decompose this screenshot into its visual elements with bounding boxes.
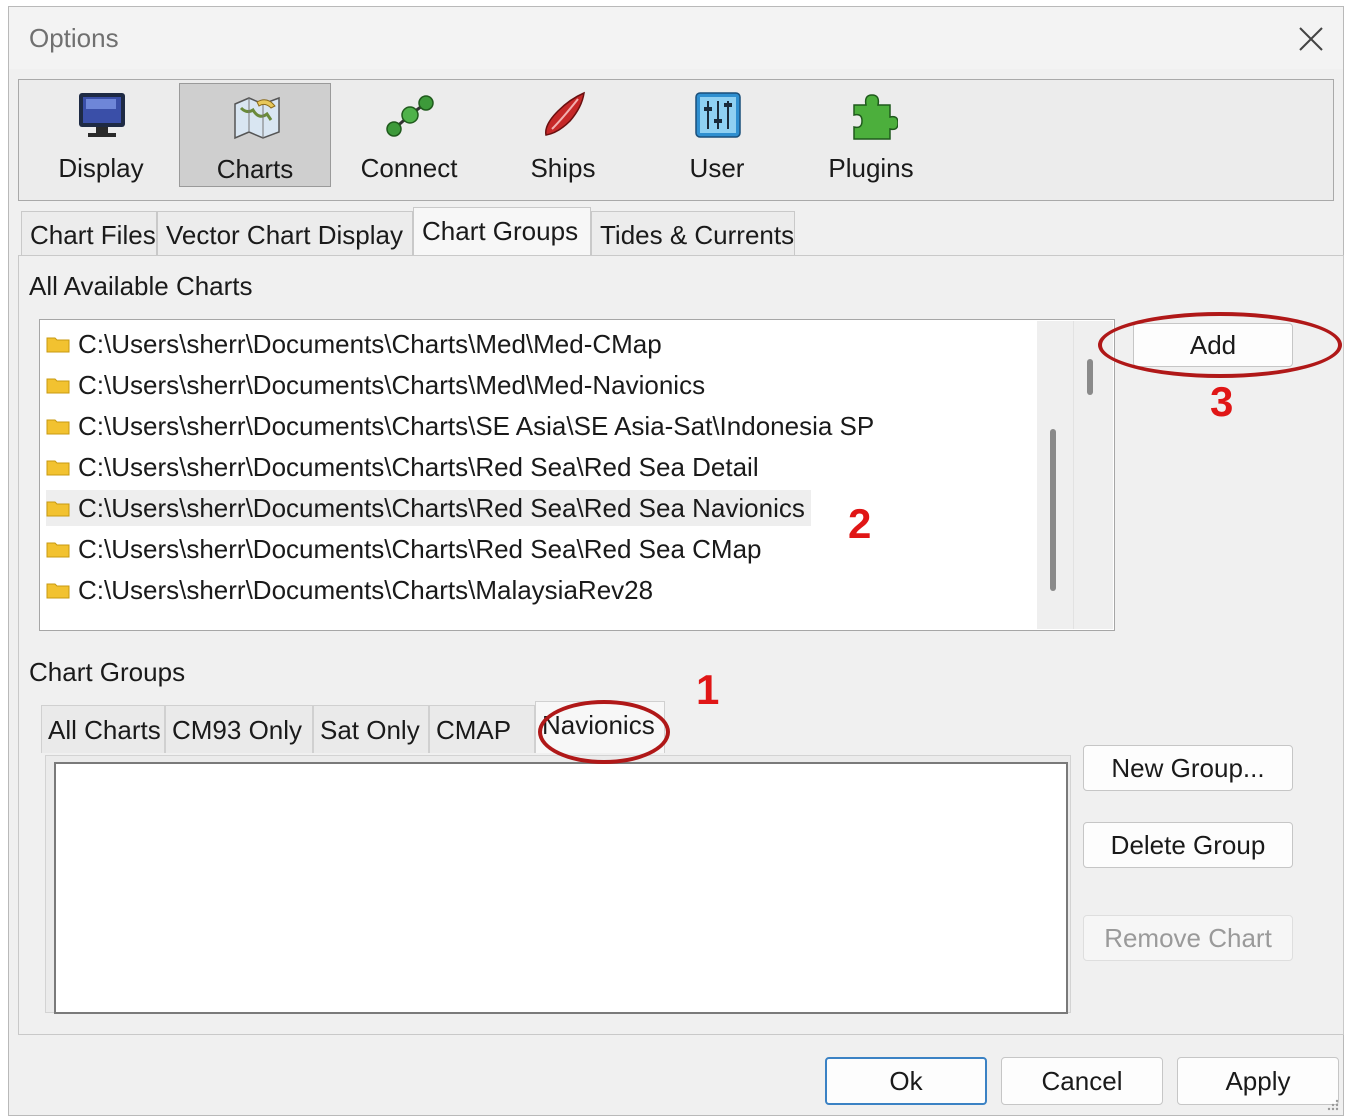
toolbar-label: User [689,153,745,183]
chart-path: C:\Users\sherr\Documents\Charts\Malaysia… [78,575,654,605]
scrollbar-thumb[interactable] [1050,429,1056,591]
toolbar-user[interactable]: User [641,83,793,187]
available-charts-list[interactable]: C:\Users\sherr\Documents\Charts\Med\Med-… [39,319,1115,631]
scrollbar-thumb-secondary[interactable] [1087,359,1093,395]
folder-icon [46,419,70,435]
folder-icon [46,501,70,517]
toolbar-charts[interactable]: Charts [179,83,331,187]
folder-icon [46,542,70,558]
category-toolbar: Display Charts Connect Ships User Plugin… [18,79,1334,201]
chart-groups-label: Chart Groups [29,657,186,687]
chart-path: C:\Users\sherr\Documents\Charts\Red Sea\… [78,493,805,523]
group-charts-frame [45,755,1071,1014]
tab-chart-groups[interactable]: Chart Groups [413,207,591,257]
remove-chart-button[interactable]: Remove Chart [1083,915,1293,961]
dialog-title: Options [29,23,119,53]
ok-button[interactable]: Ok [825,1057,987,1105]
toolbar-label: Display [58,153,144,183]
list-item[interactable]: C:\Users\sherr\Documents\Charts\Malaysia… [46,572,659,608]
folder-icon [46,378,70,394]
tab-all-charts[interactable]: All Charts [41,705,165,753]
group-charts-list[interactable] [54,762,1068,1014]
list-item[interactable]: C:\Users\sherr\Documents\Charts\Red Sea\… [46,531,768,567]
toolbar-label: Ships [530,153,596,183]
toolbar-connect[interactable]: Connect [333,83,485,187]
toolbar-ships[interactable]: Ships [487,83,639,187]
annotation-number-2: 2 [848,500,872,547]
tab-cm93-only[interactable]: CM93 Only [165,705,313,753]
close-icon [1299,27,1323,51]
monitor-icon [79,93,125,137]
title-bar: Options [9,7,1343,69]
chart-path: C:\Users\sherr\Documents\Charts\Red Sea\… [78,534,762,564]
folder-icon [46,337,70,353]
options-dialog: Options Display Charts Connect Ships Use… [8,6,1344,1116]
annotation-number-1: 1 [696,666,720,713]
chart-map-icon [234,96,280,140]
cancel-button[interactable]: Cancel [1001,1057,1163,1105]
apply-button[interactable]: Apply [1177,1057,1339,1105]
network-nodes-icon [386,95,434,137]
list-item[interactable]: C:\Users\sherr\Documents\Charts\Red Sea\… [46,449,765,485]
list-scrollbar[interactable] [1037,321,1113,629]
tab-sat-only[interactable]: Sat Only [313,705,429,753]
toolbar-label: Plugins [828,153,914,183]
folder-icon [46,460,70,476]
new-group-button[interactable]: New Group... [1083,745,1293,791]
chart-path: C:\Users\sherr\Documents\Charts\Red Sea\… [78,452,759,482]
toolbar-plugins[interactable]: Plugins [795,83,947,187]
list-item-selected[interactable]: C:\Users\sherr\Documents\Charts\Red Sea\… [46,490,811,526]
toolbar-label: Charts [216,154,294,184]
annotation-number-3: 3 [1210,378,1234,425]
all-available-charts-label: All Available Charts [29,271,253,301]
toolbar-display[interactable]: Display [25,83,177,187]
list-item[interactable]: C:\Users\sherr\Documents\Charts\Med\Med-… [46,367,711,403]
chart-path: C:\Users\sherr\Documents\Charts\SE Asia\… [78,411,875,441]
close-button[interactable] [1291,19,1331,59]
tab-chart-files[interactable]: Chart Files [21,211,157,257]
chart-path: C:\Users\sherr\Documents\Charts\Med\Med-… [78,370,706,400]
sliders-icon [695,92,741,138]
tab-cmap[interactable]: CMAP [429,705,535,753]
list-item[interactable]: C:\Users\sherr\Documents\Charts\Med\Med-… [46,326,668,362]
ship-icon [545,91,585,136]
chart-path: C:\Users\sherr\Documents\Charts\Med\Med-… [78,329,662,359]
annotation-ring-navionics [538,700,670,764]
toolbar-label: Connect [360,153,458,183]
annotation-ring-add [1098,312,1342,378]
resize-grip-icon[interactable] [1325,1097,1339,1111]
tab-vector-chart-display[interactable]: Vector Chart Display [157,211,413,257]
list-item[interactable]: C:\Users\sherr\Documents\Charts\SE Asia\… [46,408,880,444]
tab-tides-currents[interactable]: Tides & Currents [591,211,795,257]
folder-icon [46,583,70,599]
delete-group-button[interactable]: Delete Group [1083,822,1293,868]
scrollbar-divider [1073,321,1074,629]
puzzle-icon [853,94,898,140]
